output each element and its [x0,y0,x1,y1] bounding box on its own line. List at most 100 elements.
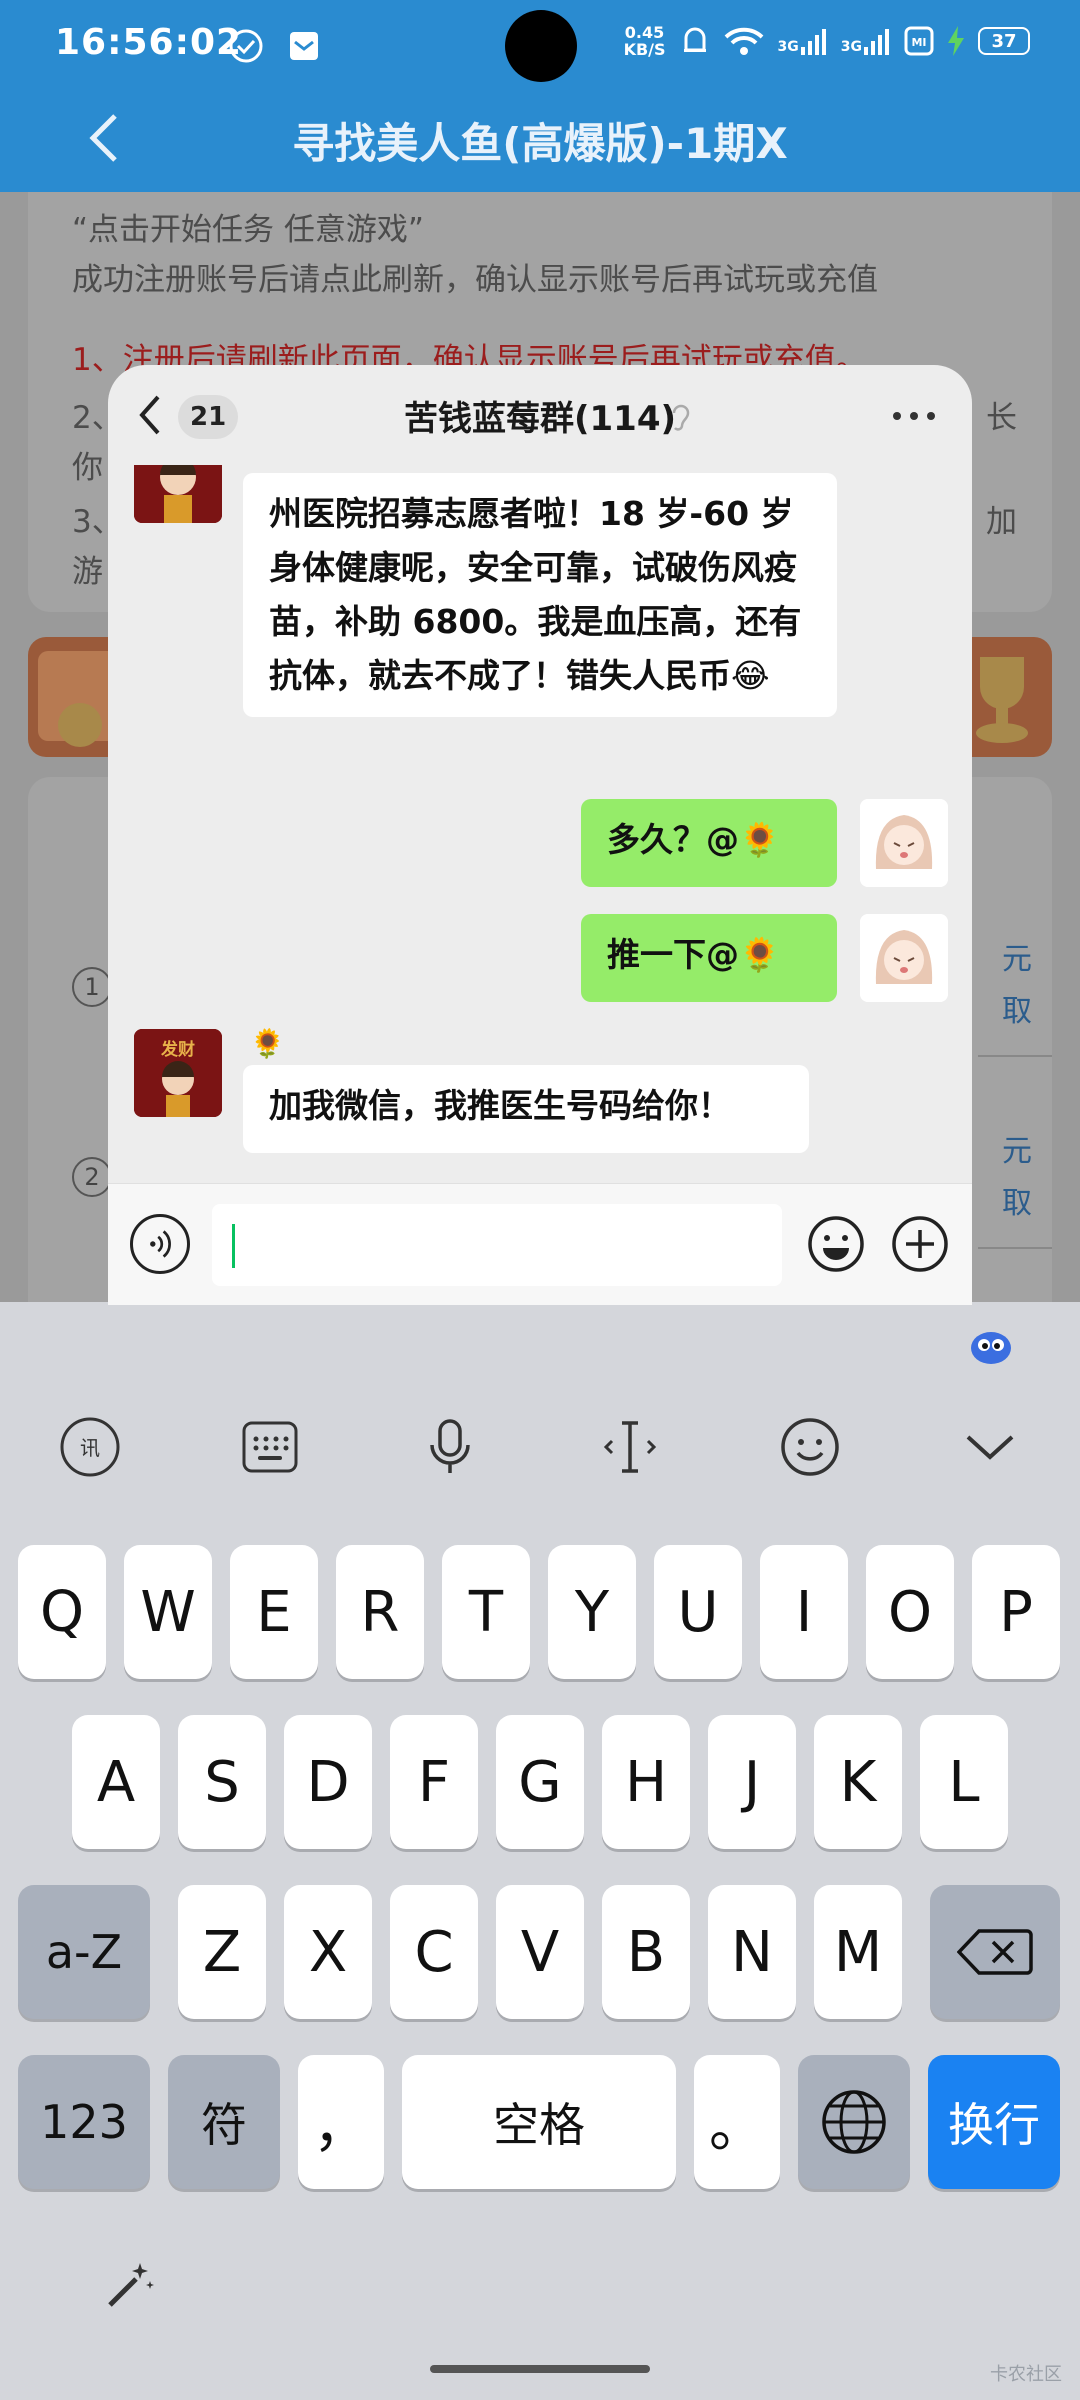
key-r[interactable]: R [336,1545,424,1679]
key-j[interactable]: J [708,1715,796,1849]
key-t[interactable]: T [442,1545,530,1679]
plus-icon[interactable] [890,1214,950,1274]
symbols-key-label: 符 [201,2098,247,2152]
handwriting-icon[interactable]: 讯 [58,1415,122,1479]
collapse-keyboard-icon[interactable] [958,1415,1022,1479]
key-p[interactable]: P [972,1545,1060,1679]
battery-indicator: 37 [978,27,1030,55]
comma-key[interactable]: ， [298,2055,384,2189]
key-f[interactable]: F [390,1715,478,1849]
avatar[interactable]: 发财 [134,1029,222,1117]
key-z[interactable]: Z [178,1885,266,2019]
backspace-key[interactable] [930,1885,1060,2019]
signal-bars-icon [800,29,826,55]
case-toggle-label: a-Z [45,1925,123,1979]
message-bubble-mine[interactable]: 推一下@🌻 [581,914,837,1002]
key-w[interactable]: W [124,1545,212,1679]
svg-text:讯: 讯 [80,1436,100,1460]
key-h[interactable]: H [602,1715,690,1849]
message-bubble[interactable]: 州医院招募志愿者啦！18 岁-60 岁身体健康呢，安全可靠，试破伤风疫苗，补助 … [243,473,837,717]
magic-wand-icon[interactable] [102,2255,158,2311]
task-number: 2 [72,1157,112,1197]
key-i[interactable]: I [760,1545,848,1679]
front-camera [505,10,577,82]
instruction-line: 你 [72,450,103,486]
emoji-icon[interactable] [778,1415,842,1479]
net-speed: 0.45 KB/S [624,24,666,58]
divider [978,1247,1052,1249]
case-toggle-key[interactable]: a-Z [18,1885,150,2019]
space-key[interactable]: 空格 [402,2055,676,2189]
key-d[interactable]: D [284,1715,372,1849]
home-indicator[interactable] [430,2365,650,2373]
task-reward-label: 元 [1002,942,1032,977]
language-key[interactable] [798,2055,910,2189]
numbers-key-label: 123 [40,2095,128,2149]
keyboard-mascot-icon[interactable] [968,1323,1014,1369]
my-avatar[interactable] [860,914,948,1002]
net-speed-value: 0.45 [624,23,665,42]
key-a[interactable]: A [72,1715,160,1849]
chat-popup: 21 苦钱蓝莓群(114) 州医院招募志愿者啦！18 岁-60 岁身体健康呢，安… [108,365,972,1305]
key-m[interactable]: M [814,1885,902,2019]
signal-bars-icon [864,29,889,55]
chat-input-bar [108,1183,972,1305]
symbols-key[interactable]: 符 [168,2055,280,2189]
key-c[interactable]: C [390,1885,478,2019]
keyboard-layout-icon[interactable] [238,1415,302,1479]
backspace-icon [957,1929,1033,1975]
signal-1-label: 3G [777,39,799,55]
status-time: 16:56:02 [55,22,243,63]
key-g[interactable]: G [496,1715,584,1849]
key-y[interactable]: Y [548,1545,636,1679]
page-title: 寻找美人鱼(高爆版)-1期X [292,119,788,168]
key-b[interactable]: B [602,1885,690,2019]
message-input[interactable] [212,1204,782,1286]
key-u[interactable]: U [654,1545,742,1679]
avatar-text: 发财 [161,1040,195,1060]
key-k[interactable]: K [814,1715,902,1849]
message-bubble-mine[interactable]: 多久？@🌻 [581,799,837,887]
cursor-icon[interactable] [598,1415,662,1479]
soft-keyboard: 讯 Q W E R T Y U I O P A S D F G H J K L … [0,1305,1080,2400]
key-l[interactable]: L [920,1715,1008,1849]
microphone-icon[interactable] [418,1415,482,1479]
emoji-icon[interactable] [806,1214,866,1274]
svg-text:MI: MI [911,36,926,49]
key-s[interactable]: S [178,1715,266,1849]
alarm-icon [683,27,706,52]
more-options-icon[interactable] [892,411,936,421]
key-x[interactable]: X [284,1885,372,2019]
numbers-key[interactable]: 123 [18,2055,150,2189]
avatar-image [134,465,222,523]
watermark: 卡农社区 [990,2364,1062,2385]
charging-icon [948,26,964,56]
message-bubble[interactable]: 加我微信，我推医生号码给你！ [243,1065,809,1153]
instruction-line-end: 长 [986,400,1017,436]
status-right: 0.45 KB/S 3G 3G MI 37 [624,24,1030,58]
chat-header: 21 苦钱蓝莓群(114) [108,365,972,465]
wifi-icon [724,27,763,55]
avatar[interactable] [134,465,222,523]
message-list[interactable]: 州医院招募志愿者啦！18 岁-60 岁身体健康呢，安全可靠，试破伤风疫苗，补助 … [108,465,972,1183]
text-cursor [232,1224,235,1268]
key-o[interactable]: O [866,1545,954,1679]
task-claim-link[interactable]: 取 [1002,987,1032,1037]
sender-name: 🌻 [250,1027,285,1060]
key-n[interactable]: N [708,1885,796,2019]
voice-input-icon[interactable] [130,1214,190,1274]
chat-title: 苦钱蓝莓群(114) [403,399,677,439]
refresh-link[interactable]: 成功注册账号后请点此刷新，确认显示账号后再试玩或充值 [72,254,878,299]
key-q[interactable]: Q [18,1545,106,1679]
mail-icon [290,32,318,60]
key-v[interactable]: V [496,1885,584,2019]
earpiece-mode-icon [672,404,690,431]
task-reward-label: 元 [1002,1134,1032,1169]
period-key[interactable]: 。 [694,2055,780,2189]
enter-key[interactable]: 换行 [928,2055,1060,2189]
instruction-line: 游 [72,554,103,590]
my-avatar[interactable] [860,799,948,887]
instruction-line-end: 加 [986,504,1017,540]
task-claim-link[interactable]: 取 [1002,1179,1032,1229]
key-e[interactable]: E [230,1545,318,1679]
